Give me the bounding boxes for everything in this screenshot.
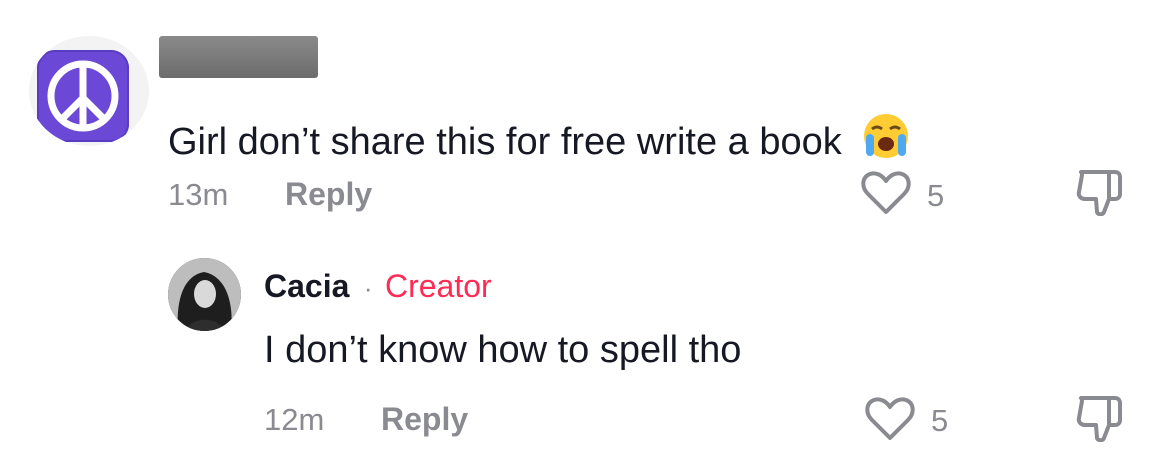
like-count: 5 [927,178,945,213]
commenter-avatar[interactable] [29,36,149,146]
creator-avatar[interactable] [168,258,241,331]
peace-sign-icon [37,50,129,142]
heart-outline-icon [861,171,911,214]
heart-outline-icon [865,397,915,440]
dislike-button[interactable] [1073,168,1127,221]
like-button[interactable] [860,170,912,221]
loudly-crying-face-icon [860,112,912,167]
reply-button[interactable]: Reply [381,403,468,435]
thumbs-down-icon [1076,396,1122,443]
like-button[interactable] [864,396,916,447]
comment-time: 13m [168,177,229,212]
like-count: 5 [931,403,949,438]
creator-badge: Creator [384,268,492,304]
redacted-username [159,36,318,78]
reply-text: I don’t know how to spell tho [264,329,742,371]
comment-body: Girl don’t share this for free write a b… [168,121,842,163]
thumbs-down-icon [1076,170,1122,217]
dislike-button[interactable] [1073,394,1127,447]
username[interactable]: Cacia [264,268,349,304]
comment-text: Girl don’t share this for free write a b… [168,112,912,167]
reply-time: 12m [264,402,325,437]
separator-dot: · [363,273,373,303]
reply-button[interactable]: Reply [285,178,372,210]
reply-header: Cacia · Creator [264,270,492,302]
